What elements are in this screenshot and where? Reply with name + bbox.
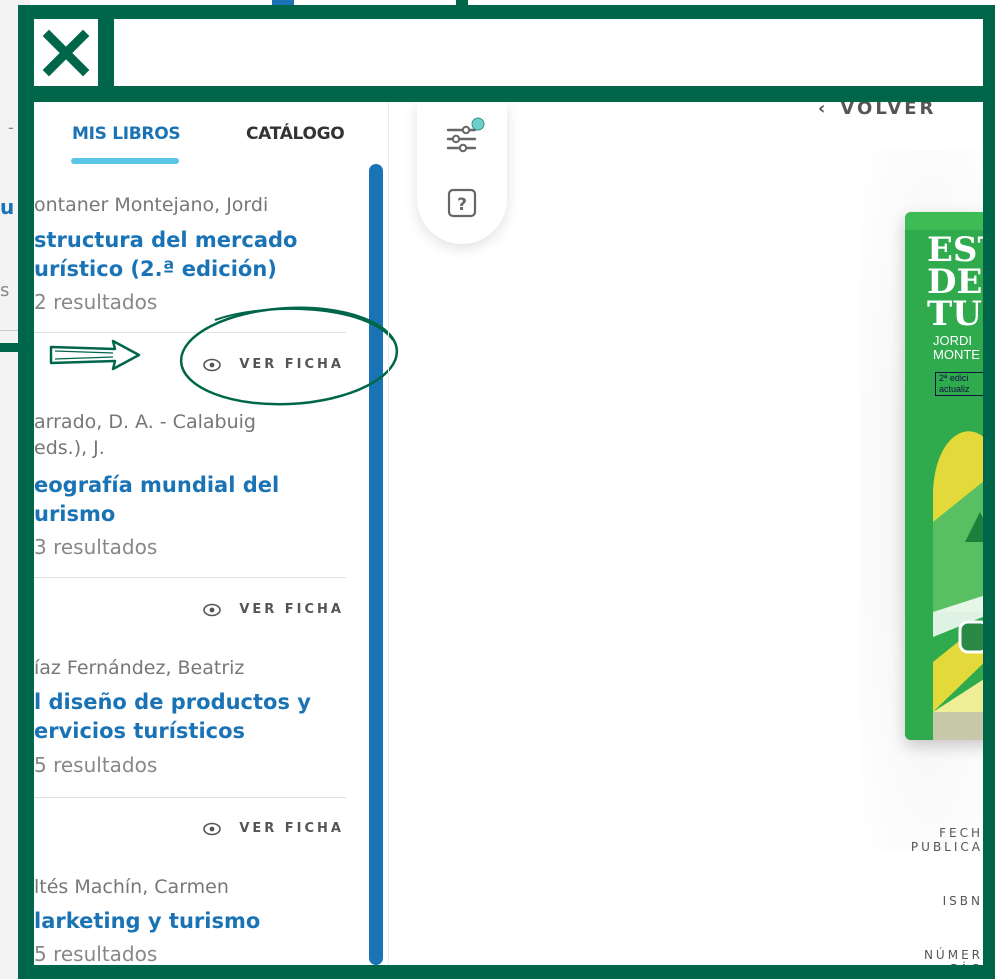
frame-header-bar bbox=[18, 86, 995, 102]
close-button[interactable] bbox=[34, 19, 98, 86]
highlight-circle bbox=[179, 306, 399, 406]
books-panel: MIS LIBROS CATÁLOGO ontaner Montejano, J… bbox=[34, 102, 384, 965]
tab-mis-libros[interactable]: MIS LIBROS bbox=[72, 124, 181, 144]
background-results-fragment: s bbox=[0, 280, 10, 301]
book-author: ltés Machín, Carmen bbox=[34, 876, 229, 898]
cover-illustration bbox=[905, 412, 995, 740]
ver-ficha-button[interactable]: VER FICHA bbox=[203, 602, 344, 617]
frame-bottom bbox=[18, 965, 995, 979]
ver-ficha-button[interactable]: VER FICHA bbox=[203, 821, 344, 836]
help-icon[interactable]: ? bbox=[447, 188, 477, 218]
list-divider bbox=[34, 577, 346, 578]
book-title[interactable]: larketing y turismo bbox=[34, 907, 334, 936]
meta-isbn-label: ISBN bbox=[942, 894, 983, 908]
close-icon bbox=[42, 29, 90, 76]
book-cover[interactable]: EST DE TU JORDI MONTE 2ª edici actualiz bbox=[905, 212, 995, 740]
frame-right-edge bbox=[983, 102, 995, 979]
frame-separator bbox=[98, 5, 114, 102]
book-author: íaz Fernández, Beatriz bbox=[34, 657, 245, 679]
side-toolbar: ? bbox=[417, 102, 507, 244]
ver-ficha-label: VER FICHA bbox=[239, 602, 344, 617]
eye-icon bbox=[203, 603, 222, 616]
filter-sliders-icon[interactable] bbox=[445, 116, 485, 158]
list-divider bbox=[34, 797, 346, 798]
book-results: 5 resultados bbox=[34, 942, 158, 965]
cover-author-line: JORDI bbox=[933, 333, 972, 348]
tab-catalogo[interactable]: CATÁLOGO bbox=[246, 124, 345, 144]
frame-left-tick bbox=[0, 343, 30, 352]
frame-top bbox=[18, 5, 995, 19]
frame-left bbox=[18, 5, 34, 979]
book-results: 2 resultados bbox=[34, 290, 158, 314]
book-title[interactable]: eografía mundial del urismo bbox=[34, 471, 334, 529]
arrow-right-icon bbox=[49, 339, 141, 371]
book-title[interactable]: structura del mercado urístico (2.ª edic… bbox=[34, 226, 334, 284]
cover-author-line: MONTE bbox=[933, 347, 980, 362]
background-dash: - bbox=[8, 118, 14, 137]
meta-fecha-label: FECH PUBLICA bbox=[910, 826, 983, 854]
book-title[interactable]: l diseño de productos y ervicios turísti… bbox=[34, 688, 334, 746]
svg-text:?: ? bbox=[457, 195, 467, 215]
eye-icon bbox=[203, 822, 222, 835]
ver-ficha-label: VER FICHA bbox=[239, 821, 344, 836]
book-results: 5 resultados bbox=[34, 753, 158, 777]
panel-scrollbar[interactable] bbox=[369, 164, 383, 965]
panel-divider bbox=[388, 102, 389, 965]
book-author: arrado, D. A. - Calabuig eds.), J. bbox=[34, 411, 256, 459]
book-author: ontaner Montejano, Jordi bbox=[34, 194, 269, 216]
book-results: 3 resultados bbox=[34, 535, 158, 559]
frame-right bbox=[983, 5, 995, 102]
active-tab-indicator bbox=[71, 158, 179, 164]
